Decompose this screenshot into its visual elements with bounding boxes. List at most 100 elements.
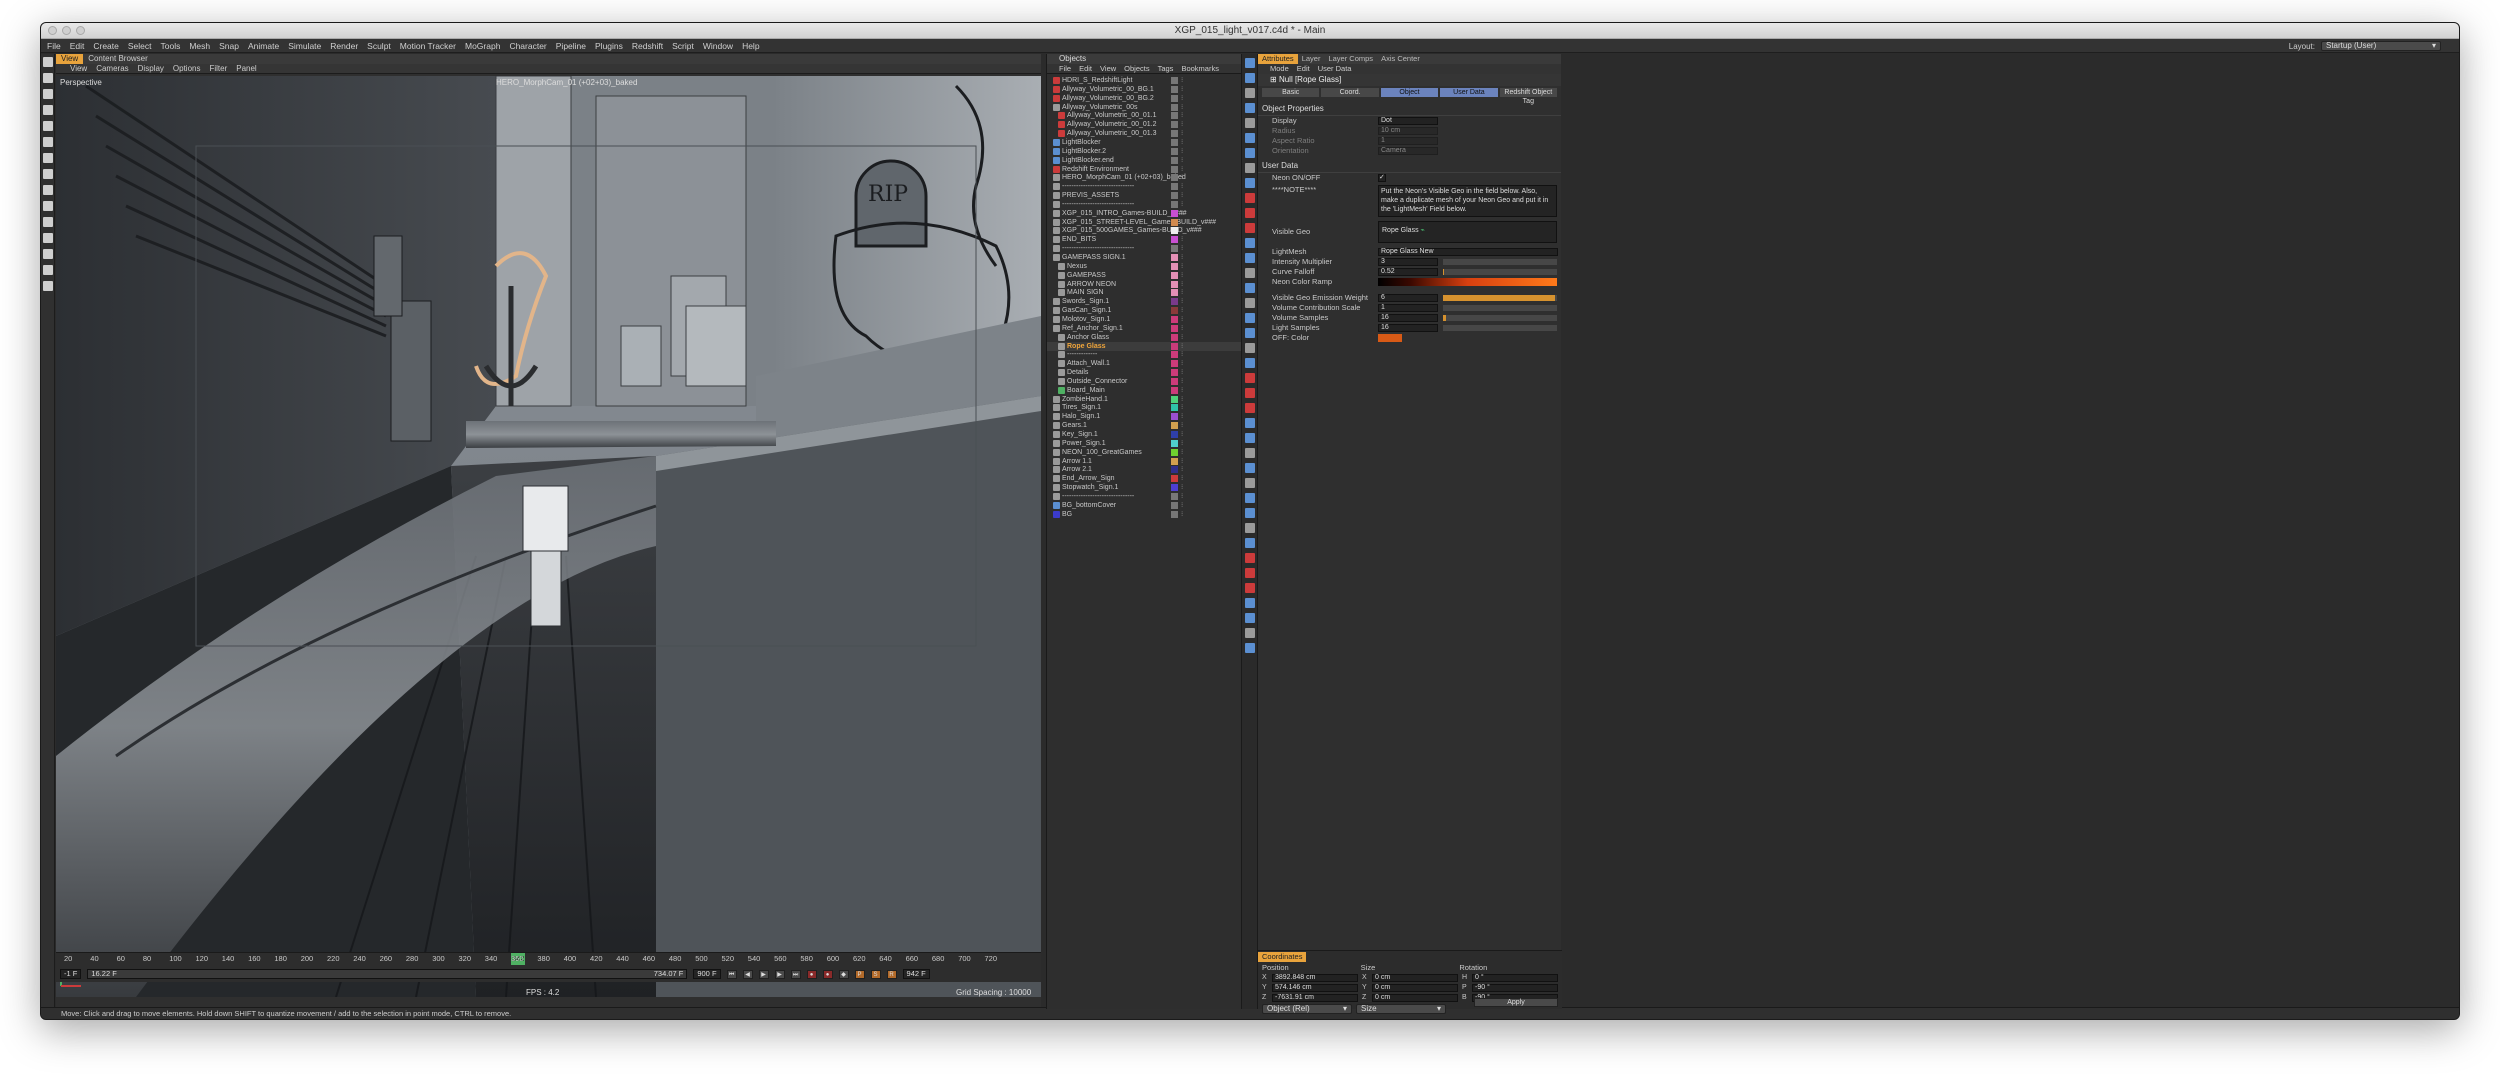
visibility-check-icon[interactable]: ⁝ xyxy=(1181,147,1183,156)
layer-color-swatch[interactable] xyxy=(1171,422,1178,430)
visibility-check-icon[interactable]: ⁝ xyxy=(1181,288,1183,297)
off-color-swatch[interactable] xyxy=(1378,334,1402,342)
tool-icon[interactable] xyxy=(43,89,53,99)
object-row[interactable]: HERO_MorphCam_01 (+02+03)_baked ⁝ xyxy=(1047,173,1247,182)
side-tool-icon[interactable] xyxy=(1245,448,1255,458)
visibility-check-icon[interactable]: ⁝ xyxy=(1181,510,1183,519)
object-row[interactable]: BG ⁝ xyxy=(1047,510,1247,519)
layer-color-swatch[interactable] xyxy=(1171,457,1178,465)
visibility-check-icon[interactable]: ⁝ xyxy=(1181,218,1183,227)
object-row[interactable]: Allyway_Volumetric_00s ⁝ xyxy=(1047,103,1247,112)
layout-selector[interactable]: Layout: Startup (User) ▾ xyxy=(2289,39,2441,53)
layer-color-swatch[interactable] xyxy=(1171,245,1178,253)
layer-color-swatch[interactable] xyxy=(1171,324,1178,332)
visibility-check-icon[interactable]: ⁝ xyxy=(1181,156,1183,165)
side-tool-icon[interactable] xyxy=(1245,478,1255,488)
objects-menu-view[interactable]: View xyxy=(1100,64,1116,73)
object-row[interactable]: Redshift Environment ⁝ xyxy=(1047,165,1247,174)
menu-script[interactable]: Script xyxy=(672,41,694,51)
layer-color-swatch[interactable] xyxy=(1171,298,1178,306)
object-row[interactable]: XGP_015_500GAMES_Games-BUILD_v### ⁝ xyxy=(1047,226,1247,235)
tool-icon[interactable] xyxy=(43,153,53,163)
layer-color-swatch[interactable] xyxy=(1171,254,1178,261)
tool-icon[interactable] xyxy=(43,169,53,179)
layer-color-swatch[interactable] xyxy=(1171,333,1178,341)
side-tool-icon[interactable] xyxy=(1245,643,1255,653)
layer-color-swatch[interactable] xyxy=(1171,439,1178,447)
layer-color-swatch[interactable] xyxy=(1171,342,1178,350)
object-row[interactable]: Arrow 1.1 ⁝ xyxy=(1047,457,1247,466)
close-dot[interactable] xyxy=(48,26,57,35)
menu-edit[interactable]: Edit xyxy=(70,41,85,51)
side-tool-icon[interactable] xyxy=(1245,553,1255,563)
visibility-check-icon[interactable]: ⁝ xyxy=(1181,191,1183,200)
layer-color-swatch[interactable] xyxy=(1171,395,1178,403)
visibility-check-icon[interactable]: ⁝ xyxy=(1181,262,1183,271)
attr-menu-mode[interactable]: Mode xyxy=(1270,64,1289,74)
prop-value[interactable]: Camera xyxy=(1378,147,1438,155)
visibility-check-icon[interactable]: ⁝ xyxy=(1181,430,1183,439)
visibility-check-icon[interactable]: ⁝ xyxy=(1181,85,1183,94)
objects-menu-bookmarks[interactable]: Bookmarks xyxy=(1181,64,1219,73)
slider-track[interactable] xyxy=(1443,295,1557,301)
visibility-check-icon[interactable]: ⁝ xyxy=(1181,368,1183,377)
viewport-menu-panel[interactable]: Panel xyxy=(236,64,256,73)
layer-color-swatch[interactable] xyxy=(1171,77,1178,84)
object-row[interactable]: XGP_015_INTRO_Games-BUILD_v### ⁝ xyxy=(1047,209,1247,218)
note-textarea[interactable]: Put the Neon's Visible Geo in the field … xyxy=(1378,185,1557,217)
visibility-check-icon[interactable]: ⁝ xyxy=(1181,76,1183,85)
side-tool-icon[interactable] xyxy=(1245,343,1255,353)
visibility-check-icon[interactable]: ⁝ xyxy=(1181,412,1183,421)
objects-menu-tags[interactable]: Tags xyxy=(1158,64,1174,73)
window-controls[interactable] xyxy=(48,26,85,35)
slider-track[interactable] xyxy=(1443,259,1557,265)
side-tool-icon[interactable] xyxy=(1245,163,1255,173)
attr-button-user-data[interactable]: User Data xyxy=(1440,88,1498,97)
menu-mesh[interactable]: Mesh xyxy=(189,41,210,51)
visibility-check-icon[interactable]: ⁝ xyxy=(1181,342,1183,351)
object-row[interactable]: Gears.1 ⁝ xyxy=(1047,421,1247,430)
coordinates-tab[interactable]: Coordinates xyxy=(1258,952,1307,962)
object-row[interactable]: Allyway_Volumetric_00_BG.2 ⁝ xyxy=(1047,94,1247,103)
visibility-check-icon[interactable]: ⁝ xyxy=(1181,209,1183,218)
layer-color-swatch[interactable] xyxy=(1171,351,1178,359)
slider-track[interactable] xyxy=(1443,325,1557,331)
timeline-ruler[interactable]: 342 20 40 60 80 100 120 140 160 180 200 220 240 260 2… xyxy=(56,953,1041,965)
visibility-check-icon[interactable]: ⁝ xyxy=(1181,395,1183,404)
object-row[interactable]: Allyway_Volumetric_00_01.1 ⁝ xyxy=(1047,111,1247,120)
layer-color-swatch[interactable] xyxy=(1171,369,1178,377)
visibility-check-icon[interactable]: ⁝ xyxy=(1181,359,1183,368)
visibility-check-icon[interactable]: ⁝ xyxy=(1181,448,1183,457)
object-row[interactable]: LightBlocker.end ⁝ xyxy=(1047,156,1247,165)
menu-sculpt[interactable]: Sculpt xyxy=(367,41,391,51)
layer-color-swatch[interactable] xyxy=(1171,413,1178,421)
viewport-menu-options[interactable]: Options xyxy=(173,64,201,73)
autokey-button[interactable]: ● xyxy=(822,969,833,979)
object-row[interactable]: Anchor Glass ⁝ xyxy=(1047,333,1247,342)
slider-value[interactable]: 6 xyxy=(1378,294,1438,302)
side-tool-icon[interactable] xyxy=(1245,523,1255,533)
object-row[interactable]: XGP_015_STREET-LEVEL_Games-BUILD_v### ⁝ xyxy=(1047,218,1247,227)
layer-color-swatch[interactable] xyxy=(1171,174,1178,182)
side-tool-icon[interactable] xyxy=(1245,58,1255,68)
layer-color-swatch[interactable] xyxy=(1171,192,1178,200)
next-frame-button[interactable]: ▶ xyxy=(774,969,785,979)
object-row[interactable]: Allyway_Volumetric_00_01.3 ⁝ xyxy=(1047,129,1247,138)
coord-field[interactable]: -7631.91 cm xyxy=(1272,994,1358,1002)
menu-tools[interactable]: Tools xyxy=(161,41,181,51)
attr-button-redshift-object-tag[interactable]: Redshift Object Tag xyxy=(1499,88,1558,105)
end-frame-field[interactable]: 942 F xyxy=(902,969,930,979)
object-row[interactable]: LightBlocker.2 ⁝ xyxy=(1047,147,1247,156)
tool-icon[interactable] xyxy=(43,233,53,243)
visibility-check-icon[interactable]: ⁝ xyxy=(1181,457,1183,466)
record-button[interactable]: ● xyxy=(806,969,817,979)
layer-color-swatch[interactable] xyxy=(1171,501,1178,509)
object-row[interactable]: Tires_Sign.1 ⁝ xyxy=(1047,403,1247,412)
visibility-check-icon[interactable]: ⁝ xyxy=(1181,94,1183,103)
attr-button-basic[interactable]: Basic xyxy=(1262,88,1320,97)
attr-menu-edit[interactable]: Edit xyxy=(1297,64,1310,74)
visibility-check-icon[interactable]: ⁝ xyxy=(1181,165,1183,174)
object-row[interactable]: PREVIS_ASSETS ⁝ xyxy=(1047,191,1247,200)
visibility-check-icon[interactable]: ⁝ xyxy=(1181,244,1183,253)
side-tool-icon[interactable] xyxy=(1245,103,1255,113)
